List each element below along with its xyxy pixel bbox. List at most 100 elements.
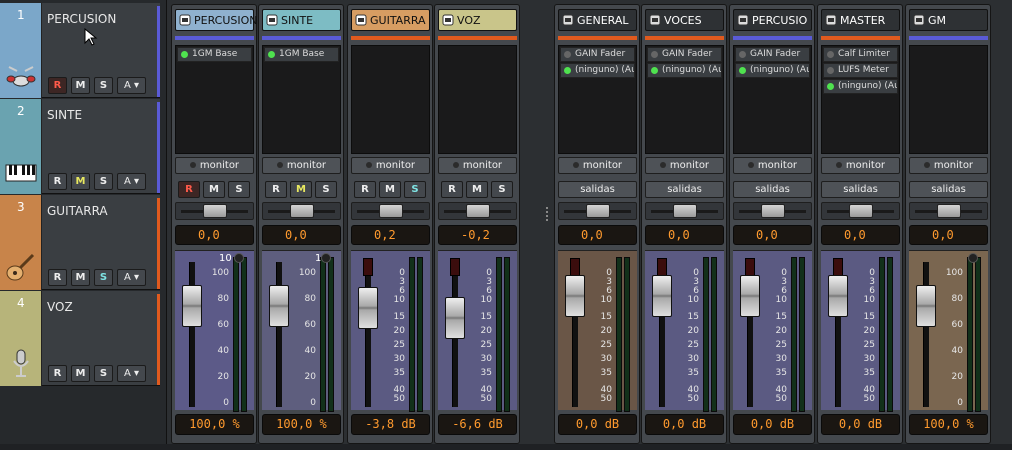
midi-knob[interactable]: [234, 253, 244, 263]
plugin-rack[interactable]: 1GM Base: [175, 45, 254, 154]
pan-slider-handle[interactable]: [379, 204, 403, 218]
record-arm-button[interactable]: R: [178, 181, 200, 198]
automation-dropdown[interactable]: A ▾: [117, 269, 146, 286]
volume-fader-handle[interactable]: [916, 285, 936, 327]
outputs-button[interactable]: salidas: [645, 181, 724, 198]
pan-slider-handle[interactable]: [203, 204, 227, 218]
plugin-status-led[interactable]: [651, 67, 658, 74]
pan-slider[interactable]: [558, 202, 637, 220]
volume-fader-handle[interactable]: [445, 297, 465, 339]
plugin-slot[interactable]: (ninguno) (Auc: [823, 79, 898, 94]
pan-slider[interactable]: [733, 202, 812, 220]
panel-splitter[interactable]: [542, 4, 552, 444]
plugin-slot[interactable]: GAIN Fader: [647, 47, 722, 62]
solo-button[interactable]: S: [491, 181, 513, 198]
mute-button[interactable]: M: [71, 365, 90, 382]
plugin-slot[interactable]: 1GM Base: [177, 47, 252, 62]
strip-header[interactable]: GM: [909, 9, 988, 31]
pan-slider[interactable]: [262, 202, 341, 220]
outputs-button[interactable]: salidas: [821, 181, 900, 198]
volume-fader[interactable]: [650, 257, 674, 407]
volume-fader-handle[interactable]: [565, 275, 585, 317]
plugin-status-led[interactable]: [268, 51, 275, 58]
solo-button[interactable]: S: [228, 181, 250, 198]
strip-header[interactable]: GUITARRA: [351, 9, 430, 31]
track-header-percusion[interactable]: 1 PERCUSION R M S A ▾: [0, 3, 160, 98]
mute-button[interactable]: M: [71, 269, 90, 286]
pan-slider-handle[interactable]: [586, 204, 610, 218]
plugin-rack[interactable]: Calf Limiter LUFS Meter (ninguno) (Auc: [821, 45, 900, 154]
monitor-button[interactable]: monitor: [558, 157, 637, 174]
outputs-button[interactable]: salidas: [733, 181, 812, 198]
plugin-rack[interactable]: GAIN Fader (ninguno) (Auc: [645, 45, 724, 154]
track-header-sinte[interactable]: 2 SINTE R M S A ▾: [0, 99, 160, 194]
plugin-status-led[interactable]: [739, 51, 746, 58]
monitor-button[interactable]: monitor: [438, 157, 517, 174]
solo-button[interactable]: S: [94, 365, 113, 382]
monitor-button[interactable]: monitor: [175, 157, 254, 174]
outputs-button[interactable]: salidas: [909, 181, 988, 198]
plugin-rack[interactable]: 1GM Base: [262, 45, 341, 154]
pan-slider[interactable]: [351, 202, 430, 220]
record-arm-button[interactable]: R: [48, 173, 67, 190]
plugin-status-led[interactable]: [181, 51, 188, 58]
plugin-status-led[interactable]: [827, 67, 834, 74]
strip-header[interactable]: PERCUSION: [175, 9, 258, 31]
pan-slider-handle[interactable]: [761, 204, 785, 218]
plugin-rack[interactable]: [351, 45, 430, 154]
pan-slider[interactable]: [821, 202, 900, 220]
automation-dropdown[interactable]: A ▾: [117, 173, 146, 190]
record-arm-button[interactable]: R: [48, 77, 67, 94]
plugin-status-led[interactable]: [564, 67, 571, 74]
strip-header[interactable]: PERCUSIO: [733, 9, 812, 31]
volume-fader[interactable]: [826, 257, 850, 407]
pan-slider-handle[interactable]: [849, 204, 873, 218]
volume-fader[interactable]: [356, 257, 380, 407]
volume-fader[interactable]: [443, 257, 467, 407]
mute-button[interactable]: M: [379, 181, 401, 198]
pan-slider[interactable]: [438, 202, 517, 220]
strip-header[interactable]: VOCES: [645, 9, 724, 31]
monitor-button[interactable]: monitor: [645, 157, 724, 174]
volume-fader[interactable]: [914, 257, 938, 407]
monitor-button[interactable]: monitor: [262, 157, 341, 174]
mute-button[interactable]: M: [290, 181, 312, 198]
solo-button[interactable]: S: [315, 181, 337, 198]
solo-button[interactable]: S: [94, 173, 113, 190]
mute-button[interactable]: M: [71, 77, 90, 94]
midi-knob[interactable]: [968, 253, 978, 263]
plugin-status-led[interactable]: [564, 51, 571, 58]
volume-fader[interactable]: [180, 257, 204, 407]
track-header-guitarra[interactable]: 3 GUITARRA R M S A ▾: [0, 195, 160, 290]
volume-fader-handle[interactable]: [740, 275, 760, 317]
outputs-button[interactable]: salidas: [558, 181, 637, 198]
plugin-slot[interactable]: GAIN Fader: [735, 47, 810, 62]
pan-slider[interactable]: [175, 202, 254, 220]
track-header-voz[interactable]: 4 VOZ R M S A ▾: [0, 291, 160, 386]
volume-fader-handle[interactable]: [182, 285, 202, 327]
pan-slider[interactable]: [909, 202, 988, 220]
strip-header[interactable]: MASTER: [821, 9, 900, 31]
strip-header[interactable]: SINTE: [262, 9, 341, 31]
volume-fader-handle[interactable]: [828, 275, 848, 317]
mute-button[interactable]: M: [466, 181, 488, 198]
plugin-status-led[interactable]: [739, 67, 746, 74]
strip-header[interactable]: GENERAL: [558, 9, 637, 31]
plugin-status-led[interactable]: [827, 51, 834, 58]
plugin-slot[interactable]: (ninguno) (Auc: [647, 63, 722, 78]
monitor-button[interactable]: monitor: [909, 157, 988, 174]
midi-knob[interactable]: [321, 253, 331, 263]
pan-slider-handle[interactable]: [673, 204, 697, 218]
monitor-button[interactable]: monitor: [733, 157, 812, 174]
pan-slider-handle[interactable]: [937, 204, 961, 218]
strip-header[interactable]: VOZ: [438, 9, 517, 31]
mute-button[interactable]: M: [71, 173, 90, 190]
plugin-status-led[interactable]: [827, 83, 834, 90]
mute-button[interactable]: M: [203, 181, 225, 198]
plugin-rack[interactable]: GAIN Fader (ninguno) (Auc: [733, 45, 812, 154]
plugin-slot[interactable]: Calf Limiter: [823, 47, 898, 62]
record-arm-button[interactable]: R: [48, 269, 67, 286]
record-arm-button[interactable]: R: [441, 181, 463, 198]
volume-fader-handle[interactable]: [358, 287, 378, 329]
automation-dropdown[interactable]: A ▾: [117, 77, 146, 94]
